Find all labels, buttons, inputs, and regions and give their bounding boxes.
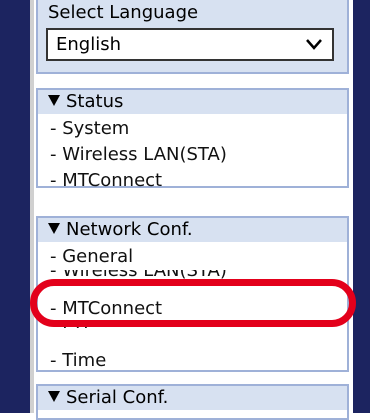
menu-item-network-time[interactable]: - Time [50, 348, 347, 374]
menu-item-status-system[interactable]: - System [50, 116, 347, 142]
right-frame [353, 0, 370, 413]
left-frame [0, 0, 30, 413]
network-panel-header[interactable]: Network Conf. [38, 218, 347, 242]
language-select[interactable]: English [46, 28, 334, 61]
menu-item-network-wireless-lan[interactable]: - Wireless LAN(STA) [50, 270, 347, 296]
serial-panel-title: Serial Conf. [66, 387, 169, 408]
triangle-down-icon [48, 223, 60, 234]
partially-hidden-label: - Wireless LAN(STA) [50, 270, 227, 281]
language-panel-title: Select Language [38, 0, 347, 24]
menu-item-status-mtconnect[interactable]: - MTConnect [50, 168, 347, 194]
serial-panel-header[interactable]: Serial Conf. [38, 386, 347, 410]
status-panel-header[interactable]: Status [38, 90, 347, 114]
partially-hidden-label: - FTP [50, 322, 95, 333]
serial-conf-panel: Serial Conf. [36, 384, 349, 420]
menu-item-network-ftp[interactable]: - FTP [50, 322, 347, 348]
language-panel: Select Language English [36, 0, 349, 74]
menu-item-network-general[interactable]: - General [50, 244, 347, 270]
triangle-down-icon [48, 95, 60, 106]
language-select-value: English [56, 34, 121, 55]
triangle-down-icon [48, 391, 60, 402]
menu-item-status-wireless-lan[interactable]: - Wireless LAN(STA) [50, 142, 347, 168]
status-panel: Status - System - Wireless LAN(STA) - MT… [36, 88, 349, 191]
network-panel-title: Network Conf. [66, 219, 193, 240]
status-panel-title: Status [66, 91, 124, 112]
menu-item-network-mtconnect[interactable]: - MTConnect [50, 296, 347, 322]
network-conf-panel: Network Conf. - General - Wireless LAN(S… [36, 216, 349, 372]
chevron-down-icon [304, 34, 324, 59]
